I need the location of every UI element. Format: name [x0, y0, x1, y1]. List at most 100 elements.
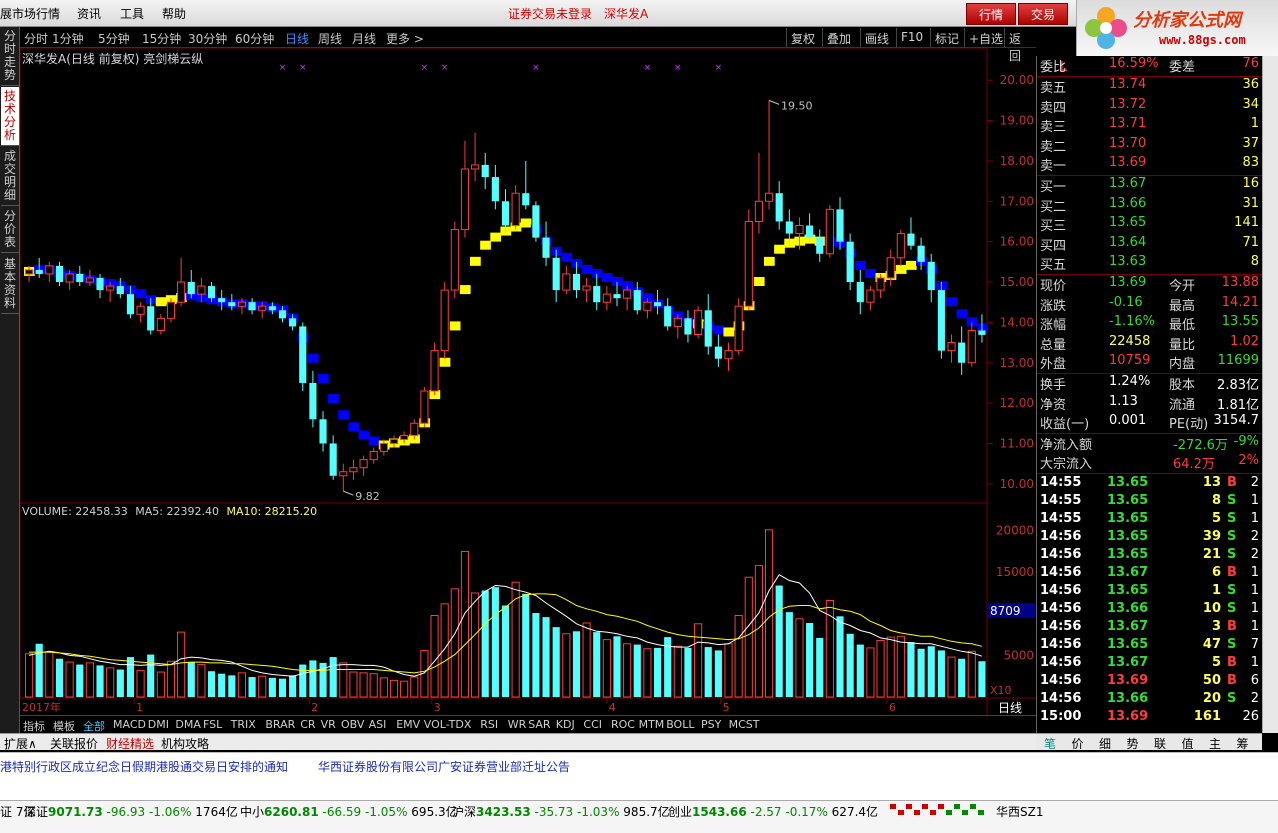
indicator-tab-emv[interactable]: EMV: [396, 718, 420, 731]
candle-body: [258, 305, 267, 311]
period-monthly[interactable]: 月线: [352, 30, 376, 47]
period-5min[interactable]: 5分钟: [98, 30, 130, 47]
candle-body: [248, 302, 256, 311]
indicator-tab-cr[interactable]: CR: [300, 718, 315, 731]
candle-body: [35, 269, 43, 274]
period-30min[interactable]: 30分钟: [188, 30, 227, 47]
overlay-button[interactable]: 叠加: [822, 28, 855, 47]
period-60min[interactable]: 60分钟: [235, 30, 274, 47]
indicator-tab-模板[interactable]: 模板: [53, 718, 75, 734]
tab-trade-detail[interactable]: 成交明细: [1, 147, 19, 206]
finance-row: 换手 1.24% 股本 2.83亿: [1037, 374, 1263, 393]
f10-button[interactable]: F10: [896, 28, 927, 47]
indicator-tab-brar[interactable]: BRAR: [265, 718, 295, 731]
stat-row: 涨跌 -0.16 最高 14.21: [1037, 295, 1263, 314]
add-watchlist-button[interactable]: +自选: [964, 28, 1007, 47]
indicator-tabs: 指标 模板 全部 MACD DMI DMA FSL TRIX BRAR CR VR OBV ASI EMV…: [20, 715, 1036, 733]
quote-tab[interactable]: 笔: [1044, 735, 1056, 752]
indicator-tab-mtm[interactable]: MTM: [639, 718, 665, 731]
indicator-tab-roc[interactable]: ROC: [611, 718, 635, 731]
volume-bar: [278, 678, 287, 697]
quote-mode-button[interactable]: 行情: [966, 3, 1016, 25]
indicator-tab-asi[interactable]: ASI: [369, 718, 387, 731]
news-item[interactable]: 华西证券股份有限公司广安证券营业部迁址公告: [318, 758, 570, 775]
index-quote[interactable]: 沪深3423.53 -35.73 -1.03% 985.7亿: [452, 803, 670, 820]
candle-body: [623, 289, 632, 299]
trade-volume: 161: [1193, 709, 1221, 724]
indicator-tab-dmi[interactable]: DMI: [148, 718, 169, 731]
quote-tab[interactable]: 势: [1127, 735, 1139, 752]
candle-body: [876, 277, 885, 291]
indicator-tab-macd[interactable]: MACD: [113, 718, 146, 731]
indicator-tab-trix[interactable]: TRIX: [231, 718, 256, 731]
indicator-tab-fsl[interactable]: FSL: [203, 718, 222, 731]
indicator-tab-cci[interactable]: CCI: [583, 718, 602, 731]
label: 卖三: [1040, 120, 1067, 136]
tab-price-table[interactable]: 分价表: [1, 207, 19, 253]
indicator-tab-wr[interactable]: WR: [508, 718, 527, 731]
indicator-tab-vr[interactable]: VR: [321, 718, 336, 731]
period-weekly[interactable]: 周线: [318, 30, 342, 47]
ext-tab-expand[interactable]: 扩展∧: [4, 735, 37, 752]
volume-bar: [907, 642, 915, 697]
draw-line-button[interactable]: 画线: [860, 28, 893, 47]
trade-price: 13.65: [1107, 637, 1149, 652]
ext-tab-related[interactable]: 关联报价: [50, 735, 98, 752]
ext-tab-finance[interactable]: 财经精选: [106, 735, 154, 752]
quote-tab[interactable]: 细: [1099, 735, 1111, 752]
candle-body: [896, 233, 905, 259]
index-quote[interactable]: 创业1543.66 -2.57 -0.17% 627.4亿: [668, 803, 878, 820]
indicator-tab-指标[interactable]: 指标: [23, 718, 45, 734]
index-change: -35.73: [534, 805, 574, 819]
indicator-tab-mcst[interactable]: MCST: [729, 718, 760, 731]
trade-side: S: [1227, 691, 1237, 706]
low-pointer: [343, 490, 354, 496]
quote-tab[interactable]: 联: [1154, 735, 1166, 752]
back-button[interactable]: 返回: [1004, 28, 1036, 63]
indicator-tab-boll[interactable]: BOLL: [666, 718, 694, 731]
volume-ma10: MA10: 28215.20: [226, 505, 318, 518]
indicator-tab-obv[interactable]: OBV: [341, 718, 364, 731]
ask-row: 卖五 13.74 36: [1037, 77, 1263, 96]
trade-mode-button[interactable]: 交易: [1018, 3, 1068, 25]
event-marker-icon: ×: [279, 63, 287, 73]
tab-intraday[interactable]: 分时走势: [1, 27, 19, 86]
period-15min[interactable]: 15分钟: [142, 30, 181, 47]
indicator-tab-rsi[interactable]: RSI: [480, 718, 498, 731]
index-quote[interactable]: 深证9071.73 -96.93 -1.06% 1764亿: [24, 803, 238, 820]
adjust-button[interactable]: 复权: [786, 28, 819, 47]
indicator-tab-vol-tdx[interactable]: VOL-TDX: [424, 718, 472, 731]
value: 13.88: [1221, 275, 1259, 290]
period-more[interactable]: 更多 >: [386, 30, 424, 47]
mark-button[interactable]: 标记: [930, 28, 963, 47]
menu-help[interactable]: 帮助: [162, 5, 186, 22]
indicator-tab-psy[interactable]: PSY: [701, 718, 721, 731]
indicator-tab-kdj[interactable]: KDJ: [556, 718, 575, 731]
indicator-tab-sar[interactable]: SAR: [528, 718, 550, 731]
period-intraday[interactable]: 分时: [24, 30, 48, 47]
ext-tab-institution[interactable]: 机构攻略: [161, 735, 209, 752]
volume-bar: [806, 622, 814, 697]
indicator-tab-全部[interactable]: 全部: [83, 718, 105, 734]
index-name: 沪深: [452, 805, 477, 819]
menu-tools[interactable]: 工具: [120, 5, 144, 22]
tab-technical[interactable]: 技术分析: [1, 87, 19, 146]
chart-panel[interactable]: 20.00 19.00 18.00 17.00 16.00 15.00 14.00 13.00…: [20, 48, 1036, 715]
indicator-tab-dma[interactable]: DMA: [175, 718, 201, 731]
tab-fundamentals[interactable]: 基本资料: [1, 255, 19, 314]
quote-tab[interactable]: 主: [1209, 735, 1221, 752]
scrollbar[interactable]: [1262, 56, 1278, 733]
menu-market[interactable]: 展市场行情: [0, 5, 60, 22]
period-daily[interactable]: 日线: [285, 30, 309, 47]
menu-news[interactable]: 资讯: [77, 5, 101, 22]
news-item[interactable]: 港特别行政区成立纪念日假期港股通交易日安排的通知: [0, 758, 288, 775]
quote-tab[interactable]: 价: [1072, 735, 1084, 752]
volume-bar: [410, 676, 419, 698]
trade-count: 1: [1250, 601, 1259, 616]
kline-chart[interactable]: 20.00 19.00 18.00 17.00 16.00 15.00 14.00 13.00…: [20, 48, 1036, 715]
quote-tab[interactable]: 值: [1182, 735, 1194, 752]
period-1min[interactable]: 1分钟: [52, 30, 84, 47]
quote-tab[interactable]: 筹: [1237, 735, 1249, 752]
trade-price: 13.69: [1107, 709, 1149, 724]
index-quote[interactable]: 中小6260.81 -66.59 -1.05% 695.3亿: [240, 803, 458, 820]
